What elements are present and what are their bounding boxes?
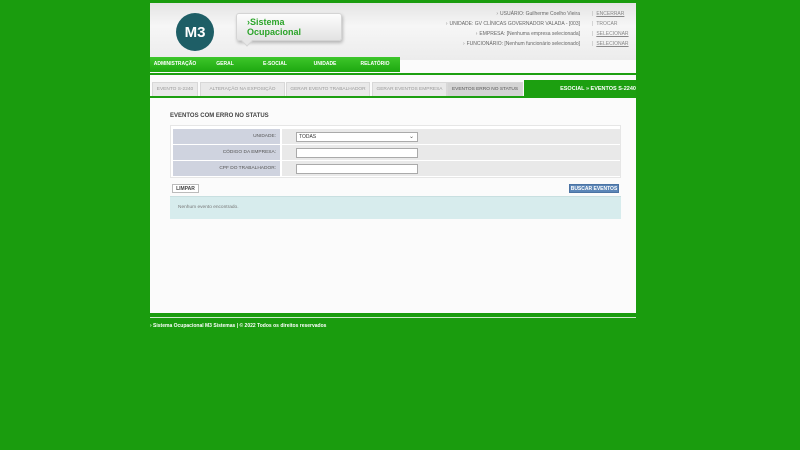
codigo-field-cell — [282, 145, 620, 160]
unidade-label: UNIDADE: — [173, 129, 280, 144]
badge-tail — [241, 35, 253, 47]
user-label-text: USUÁRIO: Guilherme Coelho Vieira — [500, 11, 580, 17]
clear-button[interactable]: LIMPAR — [172, 184, 199, 193]
nav-divider — [150, 73, 636, 75]
header: M3 ›Sistema Ocupacional › USUÁRIO: Guilhe… — [150, 3, 636, 60]
main-nav: ADMINISTRAÇÃO GERAL E-SOCIAL UNIDADE REL… — [150, 57, 400, 72]
codigo-label: CÓDIGO DA EMPRESA: — [173, 145, 280, 160]
nav-geral[interactable]: GERAL — [200, 57, 250, 72]
empty-results-message: Nenhum evento encontrado. — [178, 205, 239, 210]
form-title: EVENTOS COM ERRO NO STATUS — [170, 113, 269, 119]
company-label-text: EMPRESA: [Nenhuma empresa selecionada] — [479, 31, 580, 37]
change-unit-link[interactable]: | TROCAR — [592, 19, 617, 29]
footer-divider — [150, 317, 636, 318]
unit-label-text: UNIDADE: GV CLÍNICAS GOVERNADOR VALADA -… — [449, 21, 581, 27]
chevron-right-icon: › — [445, 21, 448, 27]
select-company-text[interactable]: SELECIONAR — [596, 31, 628, 37]
chevron-right-icon: › — [475, 31, 478, 37]
results-panel: Nenhum evento encontrado. — [170, 196, 621, 219]
select-employee-text[interactable]: SELECIONAR — [596, 41, 628, 47]
employee-label: › FUNCIONÁRIO: [Nenhum funcionário seleci… — [463, 39, 580, 49]
unidade-field-cell: TODAS ⌄ — [282, 129, 620, 144]
tab-evento-s2240[interactable]: EVENTO S-2240 — [152, 82, 198, 96]
unit-row: › UNIDADE: GV CLÍNICAS GOVERNADOR VALADA … — [446, 19, 636, 29]
employee-row: › FUNCIONÁRIO: [Nenhum funcionário seleci… — [446, 39, 636, 49]
cpf-label: CPF DO TRABALHADOR: — [173, 161, 280, 176]
logout-link[interactable]: | ENCERRAR — [592, 9, 624, 19]
change-unit-text[interactable]: TROCAR — [596, 21, 617, 27]
system-badge: ›Sistema Ocupacional — [236, 13, 342, 47]
nav-unidade[interactable]: UNIDADE — [300, 57, 350, 72]
cpf-trabalhador-input[interactable] — [296, 164, 418, 174]
chevron-right-icon: › — [496, 11, 499, 17]
tab-gerar-eventos-empresa[interactable]: GERAR EVENTOS EMPRESA — [372, 82, 447, 96]
employee-label-text: FUNCIONÁRIO: [Nenhum funcionário selecio… — [466, 41, 580, 47]
company-label: › EMPRESA: [Nenhuma empresa selecionada] — [476, 29, 580, 39]
unidade-select[interactable]: TODAS — [296, 132, 418, 142]
nav-relatorio[interactable]: RELATÓRIO — [350, 57, 400, 72]
tab-bar: EVENTO S-2240 ALTERAÇÃO NA EXPOSIÇÃO GER… — [150, 80, 636, 98]
tab-gerar-evento-trabalhador[interactable]: GERAR EVENTO TRABALHADOR — [286, 82, 370, 96]
chevron-right-icon: › — [462, 41, 465, 47]
tab-divider — [150, 96, 636, 98]
select-company-link[interactable]: | SELECIONAR — [592, 29, 629, 39]
logout-link-text[interactable]: ENCERRAR — [596, 11, 624, 17]
codigo-row: CÓDIGO DA EMPRESA: — [173, 145, 620, 160]
footer-text: › Sistema Ocupacional M3 Sistemas | © 20… — [150, 323, 327, 329]
select-employee-link[interactable]: | SELECIONAR — [592, 39, 629, 49]
nav-esocial[interactable]: E-SOCIAL — [250, 57, 300, 72]
cpf-row: CPF DO TRABALHADOR: — [173, 161, 620, 176]
cpf-field-cell — [282, 161, 620, 176]
company-row: › EMPRESA: [Nenhuma empresa selecionada] … — [446, 29, 636, 39]
nav-administracao[interactable]: ADMINISTRAÇÃO — [150, 57, 200, 72]
user-info-panel: › USUÁRIO: Guilherme Coelho Vieira | ENCER… — [446, 9, 636, 49]
system-title: ›Sistema Ocupacional — [247, 17, 302, 37]
page-container: M3 ›Sistema Ocupacional › USUÁRIO: Guilhe… — [150, 3, 636, 313]
tab-eventos-erro-status[interactable]: EVENTOS ERRO NO STATUS — [447, 82, 523, 96]
tab-alteracao-exposicao[interactable]: ALTERAÇÃO NA EXPOSIÇÃO — [200, 82, 285, 96]
m3-logo[interactable]: M3 — [176, 13, 214, 51]
unit-label: › UNIDADE: GV CLÍNICAS GOVERNADOR VALADA … — [446, 19, 580, 29]
codigo-empresa-input[interactable] — [296, 148, 418, 158]
filter-form: UNIDADE: TODAS ⌄ CÓDIGO DA EMPRESA: CPF … — [170, 125, 621, 178]
unidade-row: UNIDADE: TODAS ⌄ — [173, 129, 620, 144]
user-label: › USUÁRIO: Guilherme Coelho Vieira — [496, 9, 580, 19]
search-events-button[interactable]: BUSCAR EVENTOS — [569, 184, 619, 193]
user-row: › USUÁRIO: Guilherme Coelho Vieira | ENCER… — [446, 9, 636, 19]
